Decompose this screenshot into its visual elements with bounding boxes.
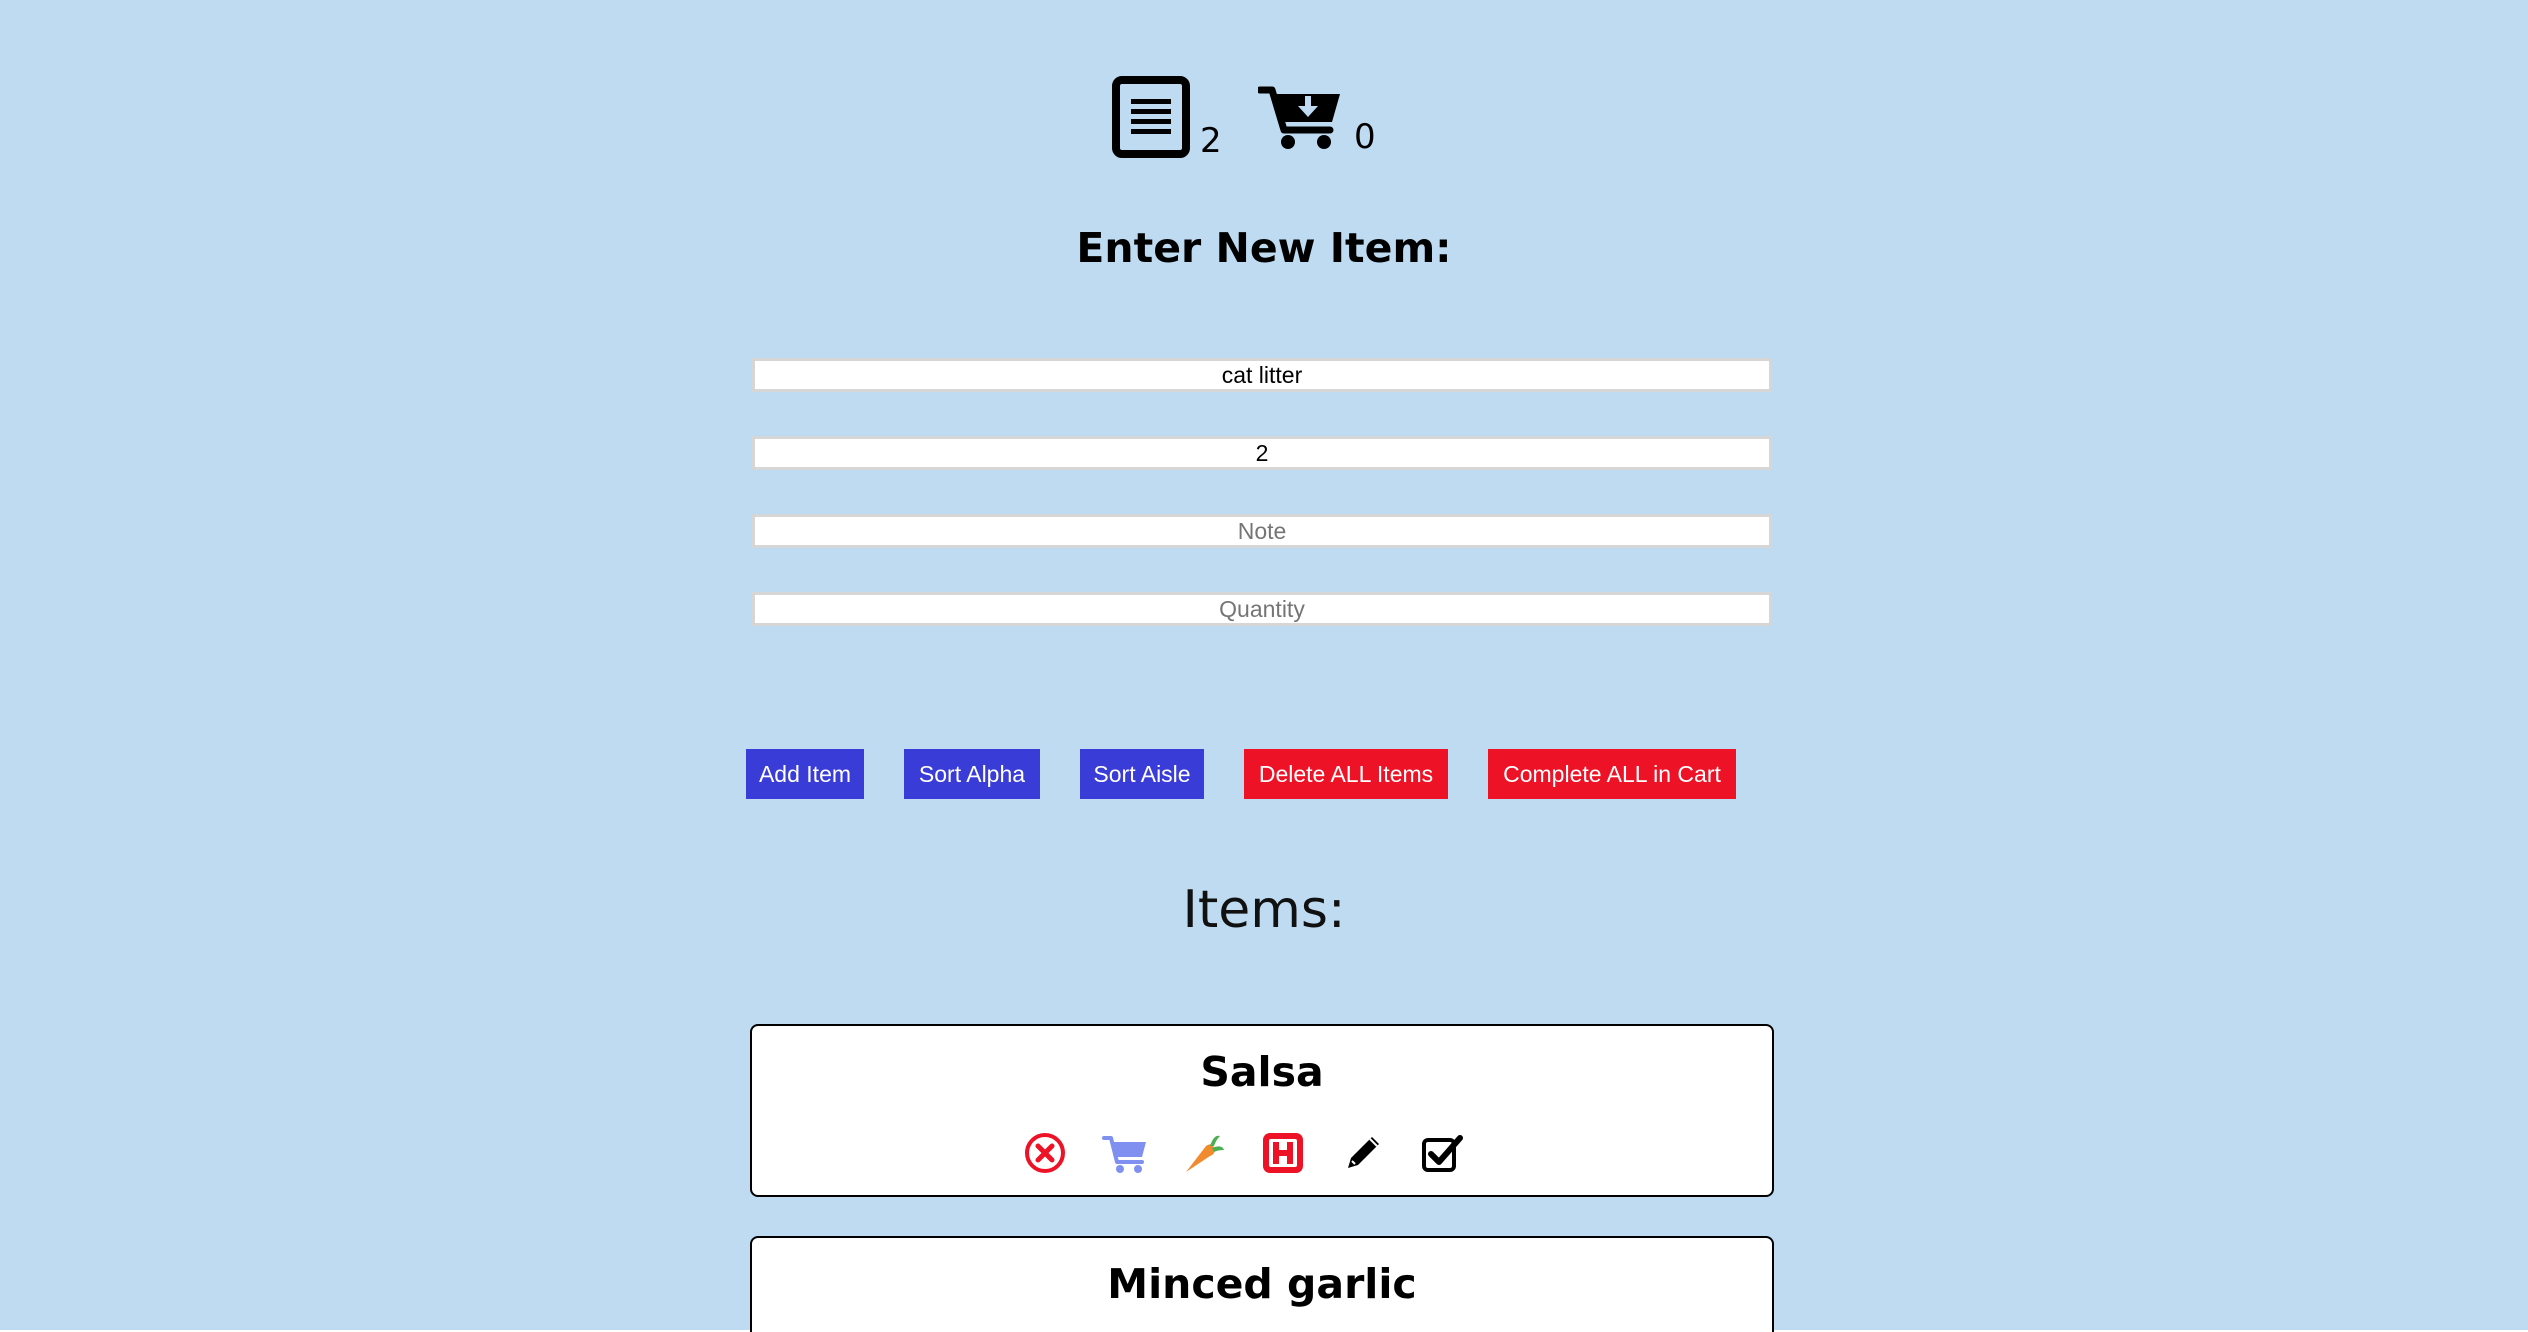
note-input[interactable] xyxy=(752,514,1772,548)
sort-alpha-button[interactable]: Sort Alpha xyxy=(904,749,1040,799)
cart-count: 0 xyxy=(1354,117,1376,157)
cart-counter: 0 xyxy=(1258,82,1376,154)
aisle-input[interactable] xyxy=(752,436,1772,470)
check-box-icon[interactable] xyxy=(1420,1130,1466,1176)
item-name-input[interactable] xyxy=(752,358,1772,392)
list-count: 2 xyxy=(1200,121,1222,161)
item-card: Salsa xyxy=(750,1024,1774,1197)
carrot-icon[interactable] xyxy=(1180,1130,1226,1176)
item-name: Minced garlic xyxy=(1107,1260,1417,1308)
items-heading: Items: xyxy=(1182,880,1346,940)
list-document-icon xyxy=(1112,76,1190,158)
delete-all-items-button[interactable]: Delete ALL Items xyxy=(1244,749,1448,799)
pencil-edit-icon[interactable] xyxy=(1340,1130,1386,1176)
list-counter: 2 xyxy=(1112,76,1222,158)
add-item-button[interactable]: Add Item xyxy=(746,749,864,799)
item-actions xyxy=(752,1130,1772,1176)
quantity-input[interactable] xyxy=(752,592,1772,626)
h-store-icon[interactable] xyxy=(1260,1130,1306,1176)
cart-download-icon xyxy=(1258,86,1340,149)
shopping-list-app: 2 0 Enter New Item: Add Item Sort Alpha … xyxy=(0,0,2528,1332)
item-card: Minced garlic xyxy=(750,1236,1774,1332)
item-name: Salsa xyxy=(1200,1048,1324,1096)
sort-aisle-button[interactable]: Sort Aisle xyxy=(1080,749,1204,799)
delete-circle-x-icon[interactable] xyxy=(1022,1130,1068,1176)
complete-all-in-cart-button[interactable]: Complete ALL in Cart xyxy=(1488,749,1736,799)
cart-icon[interactable] xyxy=(1102,1130,1148,1176)
form-title: Enter New Item: xyxy=(1076,224,1452,272)
